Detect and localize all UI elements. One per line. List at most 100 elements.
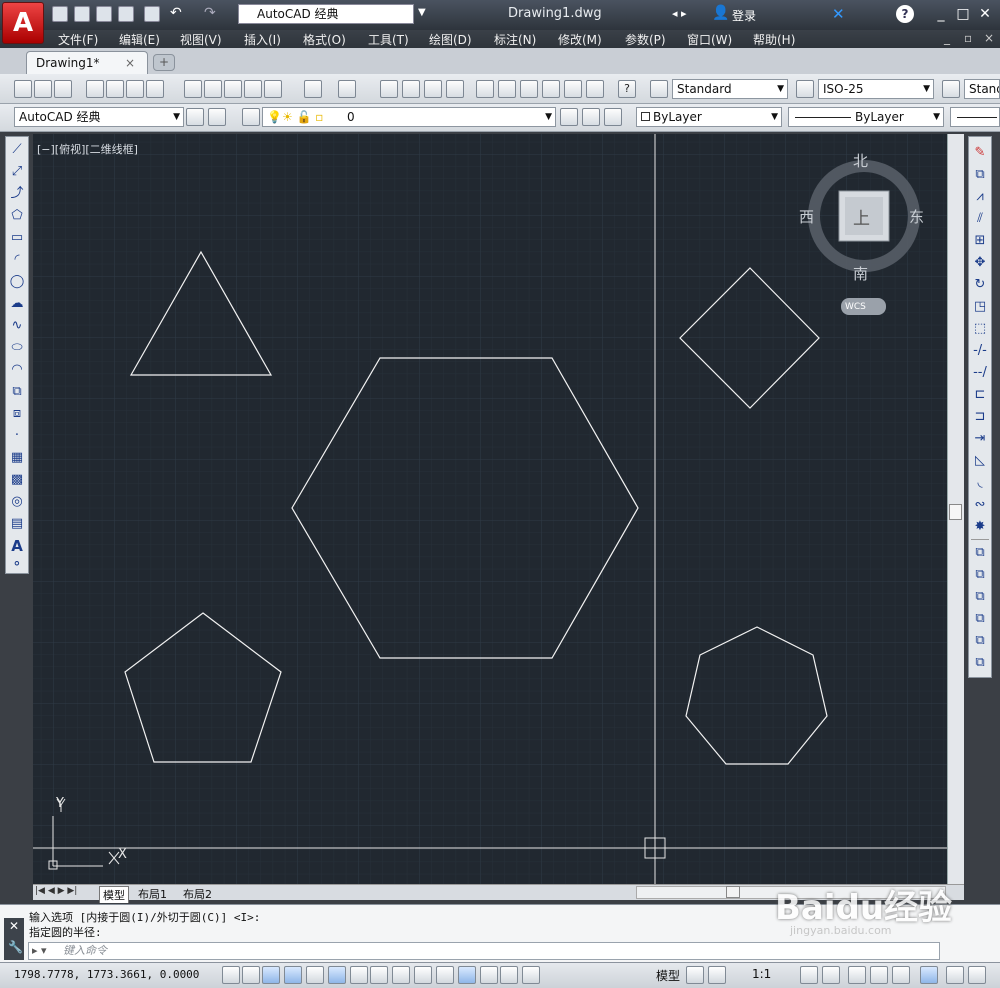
status-menu-icon[interactable]	[946, 966, 964, 984]
menu-draw[interactable]: 绘图(D)	[429, 31, 472, 48]
tool-palettes-icon[interactable]	[520, 80, 538, 98]
quick-view-layouts-icon[interactable]	[686, 966, 704, 984]
customize-icon[interactable]	[208, 108, 226, 126]
login-link[interactable]: 登录	[732, 7, 756, 24]
command-input[interactable]: 键入命令	[28, 942, 940, 960]
insert-block-icon[interactable]: ⧉	[9, 384, 25, 400]
new-icon[interactable]	[14, 80, 32, 98]
tab-model[interactable]: 模型	[99, 886, 129, 903]
new-tab-button[interactable]: +	[153, 54, 175, 71]
table-icon[interactable]: ▤	[9, 516, 25, 532]
dim-style-icon[interactable]	[796, 80, 814, 98]
menu-edit[interactable]: 编辑(E)	[119, 31, 160, 48]
user-icon[interactable]: 👤	[712, 5, 729, 21]
gradient-icon[interactable]: ▩	[9, 472, 25, 488]
draw-order-front-icon[interactable]: ⧉	[972, 545, 988, 561]
add-selected-icon[interactable]: ⚬	[9, 557, 25, 573]
menu-insert[interactable]: 插入(I)	[244, 31, 281, 48]
make-current-icon[interactable]	[560, 108, 578, 126]
3d-object-snap-icon[interactable]	[350, 966, 368, 984]
open-icon[interactable]	[34, 80, 52, 98]
hatch-to-back-icon[interactable]: ⧉	[972, 655, 988, 671]
rotate-icon[interactable]: ↻	[972, 277, 988, 293]
ellipse-arc-icon[interactable]: ◠	[9, 362, 25, 378]
polyline-icon[interactable]: ⤴	[9, 186, 25, 202]
circle-icon[interactable]: ◯	[9, 274, 25, 290]
chamfer-icon[interactable]: ◺	[972, 453, 988, 469]
lineweight-icon[interactable]	[436, 966, 454, 984]
customize-qat-icon[interactable]: ▼	[418, 7, 426, 18]
region-icon[interactable]: ◎	[9, 494, 25, 510]
application-menu-button[interactable]: A	[2, 2, 44, 44]
workspace-toolbar-select[interactable]: AutoCAD 经典 ▼	[14, 107, 184, 127]
viewcube-east[interactable]: 东	[909, 206, 924, 227]
text-to-front-icon[interactable]: ⧉	[972, 633, 988, 649]
line-icon[interactable]: ⟋	[9, 142, 25, 158]
rectangle-icon[interactable]: ▭	[9, 230, 25, 246]
polar-tracking-icon[interactable]	[306, 966, 324, 984]
wrench-icon[interactable]: 🔧	[8, 940, 23, 954]
menu-window[interactable]: 窗口(W)	[687, 31, 732, 48]
selection-cycling-icon[interactable]	[500, 966, 518, 984]
plot-icon[interactable]	[86, 80, 104, 98]
doc-restore-button[interactable]: ▫	[964, 31, 972, 45]
color-select[interactable]: ByLayer ▼	[636, 107, 782, 127]
menu-dimension[interactable]: 标注(N)	[494, 31, 536, 48]
break-at-point-icon[interactable]: ⊏	[972, 387, 988, 403]
help-icon[interactable]: ?	[618, 80, 636, 98]
save-as-icon[interactable]	[118, 6, 134, 22]
infer-constraints-icon[interactable]	[222, 966, 240, 984]
annotation-visibility-icon[interactable]	[800, 966, 818, 984]
sheet-set-icon[interactable]	[542, 80, 560, 98]
table-style-icon[interactable]	[942, 80, 960, 98]
design-center-icon[interactable]	[498, 80, 516, 98]
quick-view-drawings-icon[interactable]	[708, 966, 726, 984]
viewcube-west[interactable]: 西	[799, 206, 814, 227]
calculator-icon[interactable]	[586, 80, 604, 98]
send-under-icon[interactable]: ⧉	[972, 611, 988, 627]
save-icon[interactable]	[96, 6, 112, 22]
model-space-button[interactable]: 模型	[656, 967, 680, 984]
mirror-icon[interactable]: ⩘	[972, 189, 988, 205]
block-editor-icon[interactable]	[264, 80, 282, 98]
menu-file[interactable]: 文件(F)	[58, 31, 98, 48]
tab-layout1[interactable]: 布局1	[138, 886, 167, 902]
match-properties-icon[interactable]	[244, 80, 262, 98]
coordinate-readout[interactable]: 1798.7778, 1773.3661, 0.0000	[14, 968, 199, 981]
move-icon[interactable]: ✥	[972, 255, 988, 271]
menu-help[interactable]: 帮助(H)	[753, 31, 795, 48]
lineweight-select[interactable]	[950, 107, 1000, 127]
blend-curves-icon[interactable]: ∾	[972, 497, 988, 513]
zoom-previous-icon[interactable]	[446, 80, 464, 98]
menu-tools[interactable]: 工具(T)	[368, 31, 409, 48]
pan-icon[interactable]	[380, 80, 398, 98]
break-icon[interactable]: ⊐	[972, 409, 988, 425]
trim-icon[interactable]: -/-	[972, 343, 988, 359]
erase-icon[interactable]: ✎	[972, 145, 988, 161]
drawing-canvas[interactable]: 北 南 东 西 上 WCS X Y	[33, 134, 947, 884]
tab-drawing1[interactable]: Drawing1* ×	[26, 51, 148, 74]
dynamic-input-icon[interactable]	[414, 966, 432, 984]
command-window-handle[interactable]: ✕ 🔧	[4, 918, 24, 960]
layer-properties-icon[interactable]	[242, 108, 260, 126]
scale-icon[interactable]: ◳	[972, 299, 988, 315]
workspace-settings-icon[interactable]	[186, 108, 204, 126]
undo-icon[interactable]	[304, 80, 322, 98]
new-file-icon[interactable]	[52, 6, 68, 22]
hatch-icon[interactable]: ▦	[9, 450, 25, 466]
offset-icon[interactable]: ⫽	[972, 211, 988, 227]
bring-above-icon[interactable]: ⧉	[972, 589, 988, 605]
publish-icon[interactable]	[126, 80, 144, 98]
doc-close-button[interactable]: ×	[984, 31, 994, 45]
tab-nav-icons[interactable]: |◀ ◀ ▶ ▶|	[35, 886, 77, 896]
zoom-window-icon[interactable]	[424, 80, 442, 98]
text-style-select[interactable]: Standard ▼	[672, 79, 788, 99]
tab-close-icon[interactable]: ×	[125, 52, 135, 74]
markup-icon[interactable]	[564, 80, 582, 98]
mtext-icon[interactable]: A	[9, 538, 25, 554]
paste-icon[interactable]	[224, 80, 242, 98]
extend-icon[interactable]: --/	[972, 365, 988, 381]
viewcube-north[interactable]: 北	[853, 150, 868, 171]
array-icon[interactable]: ⊞	[972, 233, 988, 249]
arc-icon[interactable]: ◜	[9, 252, 25, 268]
